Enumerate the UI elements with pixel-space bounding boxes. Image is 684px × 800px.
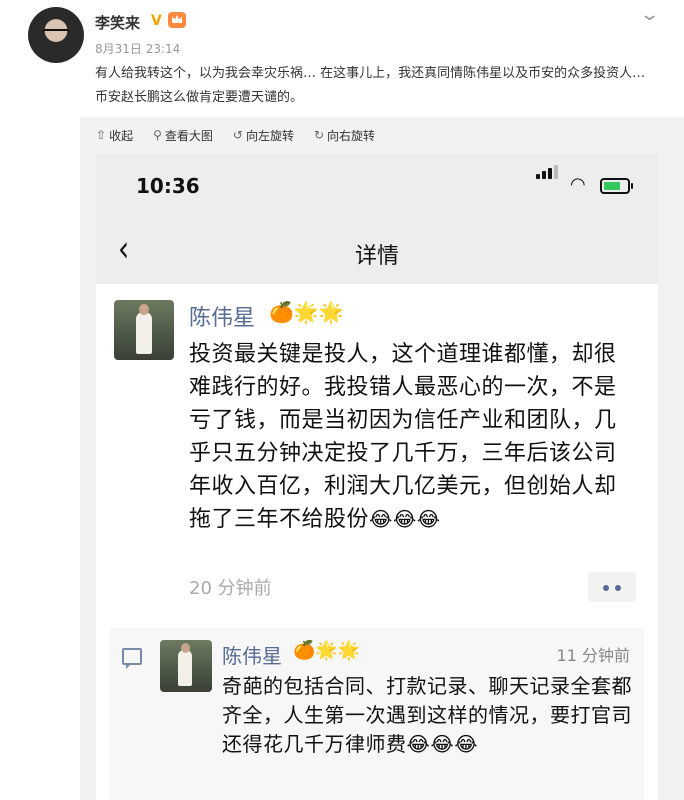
collapse-label: 收起 [109,128,134,143]
more-options-icon [588,572,636,602]
comment-author-badges: 🍊🌟🌟 [293,640,361,661]
phone-status-bar: 10:36 ◠ [96,154,658,220]
post-timestamp[interactable]: 8月31日 23:14 [95,40,180,57]
comment-section: 陈伟星 🍊🌟🌟 11 分钟前 奇葩的包括合同、打款记录、聊天记录全套都齐全，人生… [110,628,644,800]
moment-text: 投资最关键是投人，这个道理谁都懂，却很难践行的好。我投错人最恶心的一次，不是亏了… [189,338,629,536]
rotate-left-button[interactable]: ↺ 向左旋转 [233,126,294,144]
post-text: 有人给我转这个，以为我会幸灾乐祸… 在这事儿上，我还真同情陈伟星以及币安的众多投… [95,66,646,105]
comment-laughing-emoji-icons: 😂😂😂 [406,732,479,756]
upload-icon: ⇧ [96,128,107,142]
image-toolbar: ⇧ 收起 ⚲ 查看大图 ↺ 向左旋转 ↻ 向右旋转 [96,126,375,144]
comment-avatar [160,640,212,692]
rotate-right-icon: ↻ [313,128,325,142]
chevron-down-icon[interactable]: ⌄ [639,4,660,25]
vip-crown-icon [168,12,186,28]
comment-timestamp: 11 分钟前 [556,646,630,665]
comment-icon [122,648,142,665]
search-icon: ⚲ [153,128,162,142]
moment-timestamp: 20 分钟前 [189,578,272,599]
rotate-left-label: 向左旋转 [245,128,294,143]
view-large-label: 查看大图 [164,128,213,143]
wifi-icon: ◠ [570,174,586,195]
author-avatar[interactable] [28,7,84,63]
status-clock: 10:36 [136,174,200,198]
nav-bar: ‹ 详情 [96,220,658,284]
moment-author-name: 陈伟星 [189,306,256,331]
battery-icon [600,178,633,194]
laughing-emoji-icons: 😂😂😂 [369,507,441,531]
rotate-left-icon: ↺ [232,128,243,142]
weibo-post-card: 李笑来 V ⌄ 8月31日 23:14 有人给我转这个，以为我会幸灾乐祸… 在这… [0,0,684,800]
moment-text-body: 投资最关键是投人，这个道理谁都懂，却很难践行的好。我投错人最恶心的一次，不是亏了… [189,342,617,532]
view-large-button[interactable]: ⚲ 查看大图 [153,126,213,144]
rotate-right-button[interactable]: ↻ 向右旋转 [314,126,375,144]
author-name[interactable]: 李笑来 [95,12,140,33]
moment-author-badges: 🍊🌟🌟 [269,300,344,324]
moment-avatar [114,300,174,360]
comment-text: 奇葩的包括合同、打款记录、聊天记录全套都齐全，人生第一次遇到这样的情况，要打官司… [222,672,632,759]
rotate-right-label: 向右旋转 [327,128,376,143]
embedded-screenshot[interactable]: 10:36 ◠ ‹ 详情 陈伟星 🍊🌟🌟 投资最关键是投人，这个道理谁都懂，却很… [96,154,658,800]
comment-author-name: 陈伟星 [222,644,282,668]
verified-icon: V [151,13,162,29]
collapse-button[interactable]: ⇧ 收起 [96,126,133,144]
nav-title: 详情 [354,244,399,269]
